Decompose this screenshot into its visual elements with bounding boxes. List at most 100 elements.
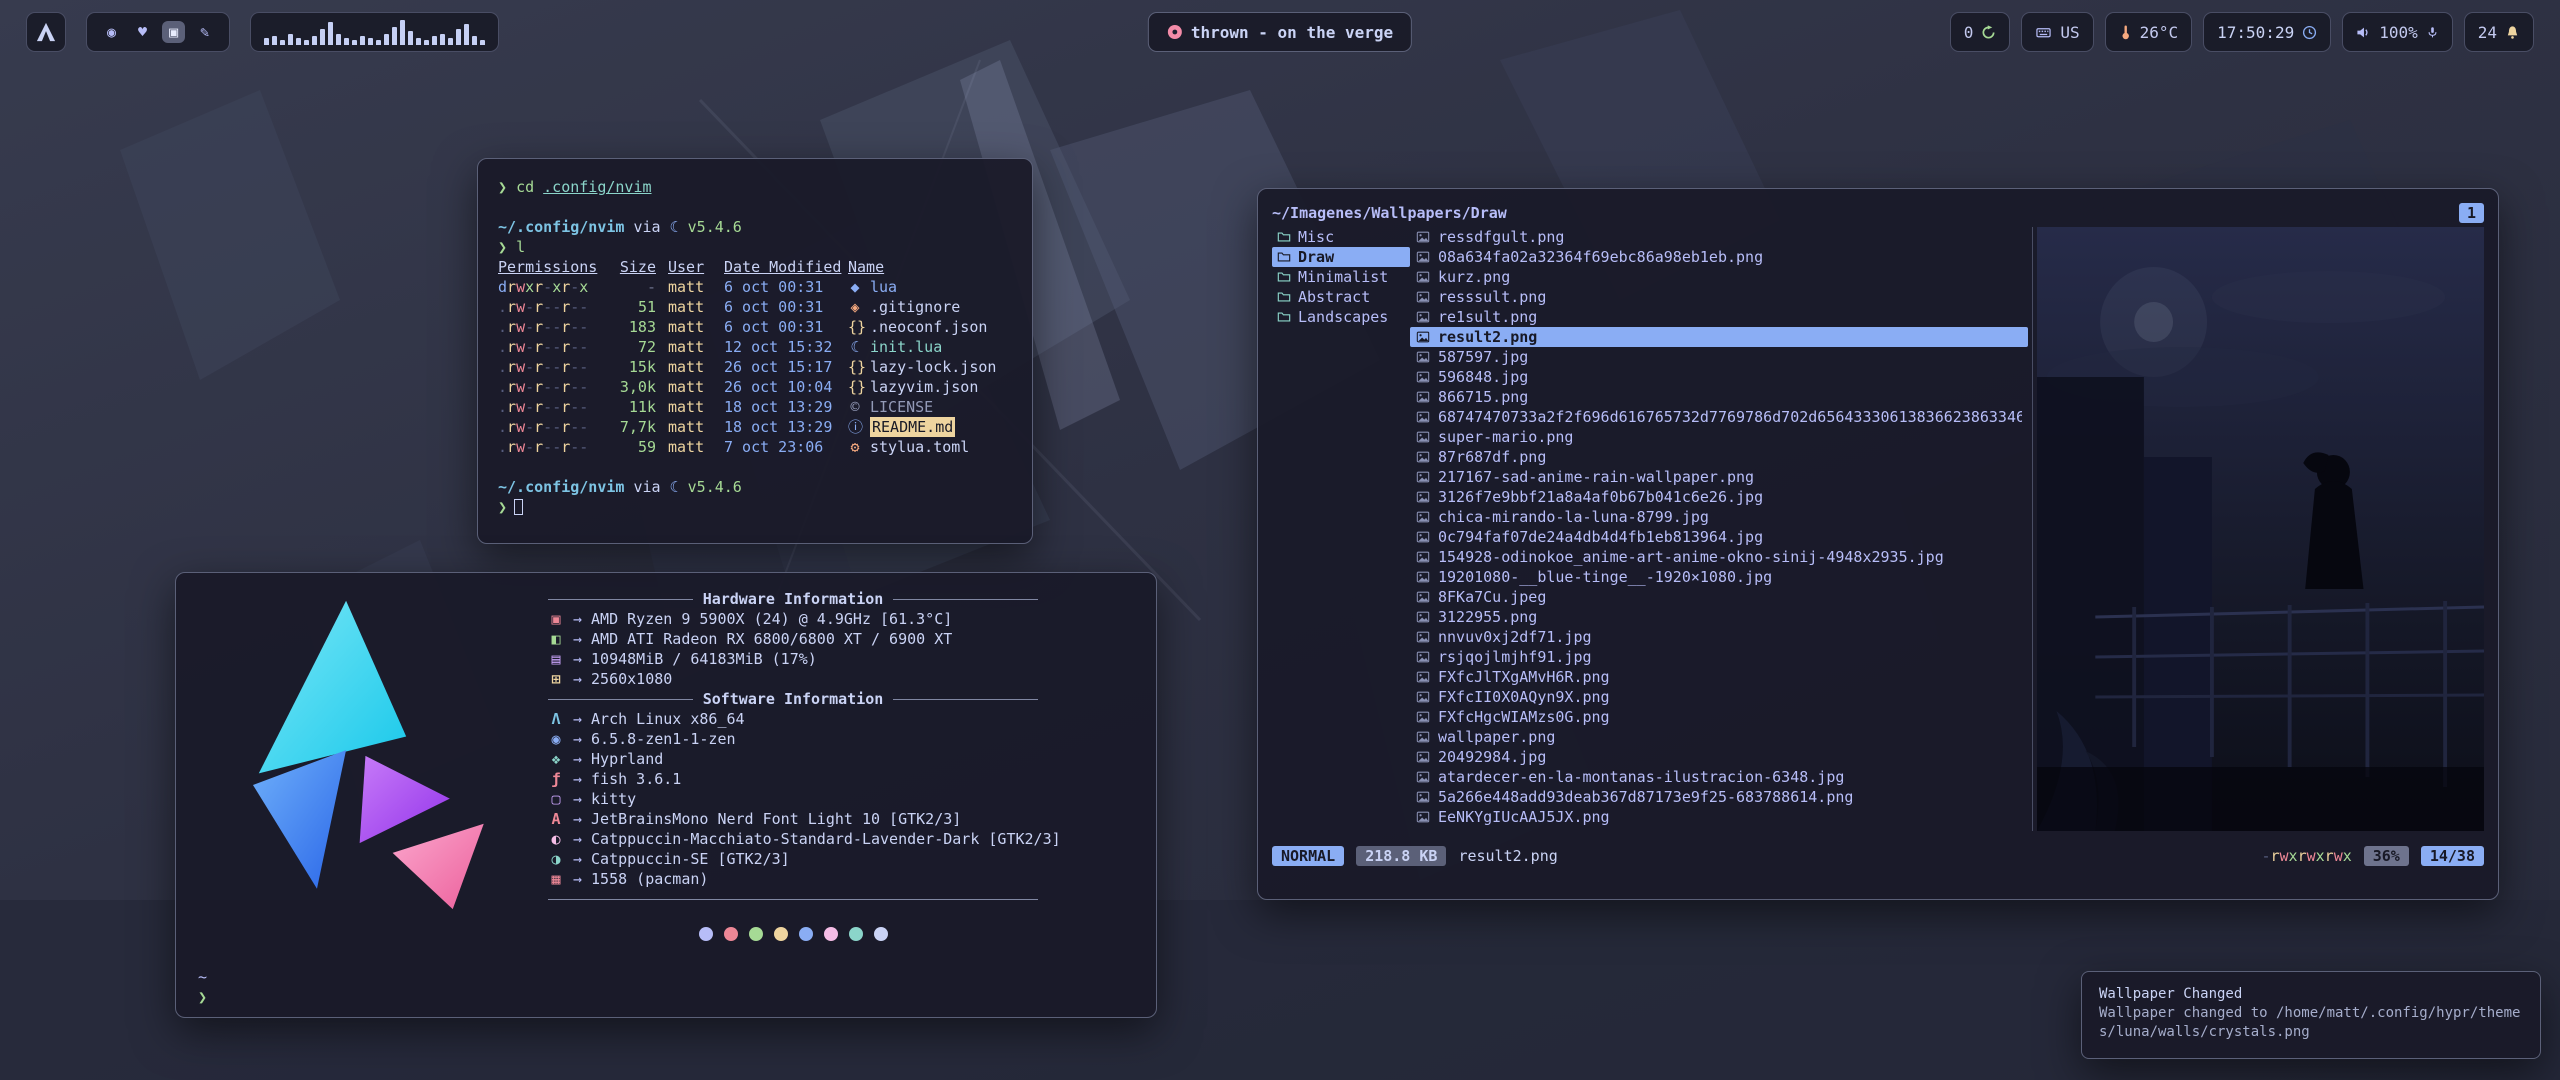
clock-icon xyxy=(2302,25,2317,40)
active-prompt[interactable]: ❯ xyxy=(498,497,1012,517)
fm-file-item[interactable]: result2.png xyxy=(1410,327,2028,347)
fm-file-item[interactable]: 87r687df.png xyxy=(1410,447,2028,467)
fm-file-name: wallpaper.png xyxy=(1438,728,1555,746)
fm-file-item[interactable]: re1sult.png xyxy=(1410,307,2028,327)
image-file-icon xyxy=(1416,390,1430,404)
image-file-icon xyxy=(1416,670,1430,684)
fm-file-name: 08a634fa02a32364f69ebc86a98eb1eb.png xyxy=(1438,248,1763,266)
fm-file-item[interactable]: 3122955.png xyxy=(1410,607,2028,627)
image-file-icon xyxy=(1416,290,1430,304)
fm-tab-badge[interactable]: 1 xyxy=(2459,203,2484,223)
fm-file-name: 20492984.jpg xyxy=(1438,748,1546,766)
file-type-icon: {} xyxy=(848,357,862,377)
file-type-icon: ☾ xyxy=(848,337,862,357)
header-size: Size xyxy=(610,257,656,277)
fm-directory-item[interactable]: Draw xyxy=(1272,247,1410,267)
fm-file-name: atardecer-en-la-montanas-ilustracion-634… xyxy=(1438,768,1844,786)
terminal-color-dot xyxy=(874,927,888,941)
fm-file-item[interactable]: 596848.jpg xyxy=(1410,367,2028,387)
fm-file-name: 3126f7e9bbf21a8a4af0b67b041c6e26.jpg xyxy=(1438,488,1763,506)
file-type-icon: ◈ xyxy=(848,297,862,317)
fm-file-item[interactable]: 866715.png xyxy=(1410,387,2028,407)
music-record-icon xyxy=(1167,24,1183,40)
music-player-pill[interactable]: thrown - on the verge xyxy=(1148,12,1412,52)
fm-directory-item[interactable]: Minimalist xyxy=(1272,267,1410,287)
terminal-window[interactable]: ❯ cd .config/nvim ~/.config/nvim via ☾ v… xyxy=(477,158,1033,544)
file-type-icon: {} xyxy=(848,317,862,337)
fm-file-item[interactable]: 154928-odinokoe_anime-art-anime-okno-sin… xyxy=(1410,547,2028,567)
keyboard-layout-module[interactable]: US xyxy=(2021,12,2093,52)
fm-file-item[interactable]: 20492984.jpg xyxy=(1410,747,2028,767)
fm-file-item[interactable]: FXfcHgcWIAMzs0G.png xyxy=(1410,707,2028,727)
fm-file-item[interactable]: 587597.jpg xyxy=(1410,347,2028,367)
info-line: ▢→kitty xyxy=(548,789,1134,809)
fm-file-item[interactable]: wallpaper.png xyxy=(1410,727,2028,747)
info-line: ❖→Hyprland xyxy=(548,749,1134,769)
prompt-via: via xyxy=(633,478,660,496)
fm-file-item[interactable]: rsjqojlmjhf91.jpg xyxy=(1410,647,2028,667)
notification-title: Wallpaper Changed xyxy=(2099,985,2523,1004)
clock-module[interactable]: 17:50:29 xyxy=(2203,12,2331,52)
fm-directory-item[interactable]: Abstract xyxy=(1272,287,1410,307)
refresh-icon xyxy=(1981,25,1996,40)
workspace-icon[interactable]: ▣ xyxy=(162,21,185,43)
fm-file-item[interactable]: FXfcII0X0AQyn9X.png xyxy=(1410,687,2028,707)
file-manager-window[interactable]: ~/Imagenes/Wallpapers/Draw 1 Misc Draw M… xyxy=(1257,188,2499,900)
image-file-icon xyxy=(1416,510,1430,524)
fm-header: ~/Imagenes/Wallpapers/Draw 1 xyxy=(1272,199,2484,227)
fm-file-item[interactable]: 08a634fa02a32364f69ebc86a98eb1eb.png xyxy=(1410,247,2028,267)
fm-directory-name: Minimalist xyxy=(1298,268,1388,286)
fm-file-item[interactable]: 0c794faf07de24a4db4d4fb1eb813964.jpg xyxy=(1410,527,2028,547)
image-file-icon xyxy=(1416,590,1430,604)
fm-file-name: FXfcHgcWIAMzs0G.png xyxy=(1438,708,1610,726)
prompt-via: via xyxy=(633,218,660,236)
fm-file-list: ressdfgult.png 08a634fa02a32364f69ebc86a… xyxy=(1410,227,2028,831)
image-file-icon xyxy=(1416,730,1430,744)
fm-file-item[interactable]: kurz.png xyxy=(1410,267,2028,287)
workspaces: ◉ ♥ ▣ ✎ xyxy=(86,12,230,52)
workspace-icon[interactable]: ♥ xyxy=(131,21,154,43)
temperature-module[interactable]: 26°C xyxy=(2105,12,2193,52)
fm-file-item[interactable]: ressdfgult.png xyxy=(1410,227,2028,247)
volume-module[interactable]: 100% xyxy=(2342,12,2453,52)
image-file-icon xyxy=(1416,770,1430,784)
workspace-icon[interactable]: ◉ xyxy=(100,21,123,43)
fm-file-item[interactable]: 19201080-__blue-tinge__-1920×1080.jpg xyxy=(1410,567,2028,587)
fm-file-item[interactable]: 217167-sad-anime-rain-wallpaper.png xyxy=(1410,467,2028,487)
topbar-left: ◉ ♥ ▣ ✎ xyxy=(26,12,499,52)
fm-directory-item[interactable]: Landscapes xyxy=(1272,307,1410,327)
file-type-icon: ⓘ xyxy=(848,417,862,437)
fm-file-name: EeNKYgIUcAAJ5JX.png xyxy=(1438,808,1610,826)
music-title: thrown - on the verge xyxy=(1191,23,1393,42)
fm-directory-item[interactable]: Misc xyxy=(1272,227,1410,247)
launcher-button[interactable] xyxy=(26,12,66,52)
fm-file-item[interactable]: 68747470733a2f2f696d616765732d7769786d70… xyxy=(1410,407,2028,427)
terminal-color-dot xyxy=(799,927,813,941)
info-line: ◧→AMD ATI Radeon RX 6800/6800 XT / 6900 … xyxy=(548,629,1134,649)
notifications-module[interactable]: 24 xyxy=(2464,12,2534,52)
fm-file-item[interactable]: chica-mirando-la-luna-8799.jpg xyxy=(1410,507,2028,527)
fastfetch-window[interactable]: Hardware Information ▣→AMD Ryzen 9 5900X… xyxy=(175,572,1157,1018)
fm-file-item[interactable]: FXfcJlTXgAMvH6R.png xyxy=(1410,667,2028,687)
listing-row: drwxr-xr-x-matt6 oct 00:31◆lua xyxy=(498,277,1012,297)
workspace-icon[interactable]: ✎ xyxy=(193,21,216,43)
fm-file-item[interactable]: 5a266e448add93deab367d87173e9f25-6837886… xyxy=(1410,787,2028,807)
fm-file-item[interactable]: 8FKa7Cu.jpeg xyxy=(1410,587,2028,607)
terminal-color-dot xyxy=(849,927,863,941)
fm-file-item[interactable]: super-mario.png xyxy=(1410,427,2028,447)
header-user: User xyxy=(668,257,712,277)
fm-file-item[interactable]: 3126f7e9bbf21a8a4af0b67b041c6e26.jpg xyxy=(1410,487,2028,507)
lua-icon: ☾ xyxy=(670,218,679,236)
fm-file-item[interactable]: atardecer-en-la-montanas-ilustracion-634… xyxy=(1410,767,2028,787)
fm-file-name: 154928-odinokoe_anime-art-anime-okno-sin… xyxy=(1438,548,1944,566)
fetch-prompt[interactable]: ~ ❯ xyxy=(198,967,207,1007)
image-file-icon xyxy=(1416,270,1430,284)
fm-file-name: FXfcII0X0AQyn9X.png xyxy=(1438,688,1610,706)
notification-popup[interactable]: Wallpaper Changed Wallpaper changed to /… xyxy=(2081,971,2541,1059)
microphone-icon xyxy=(2426,25,2439,40)
prompt-path: ~/.config/nvim xyxy=(498,478,624,496)
fm-file-item[interactable]: EeNKYgIUcAAJ5JX.png xyxy=(1410,807,2028,827)
updates-module[interactable]: 0 xyxy=(1950,12,2011,52)
fm-file-item[interactable]: nnvuv0xj2df71.jpg xyxy=(1410,627,2028,647)
fm-file-item[interactable]: resssult.png xyxy=(1410,287,2028,307)
